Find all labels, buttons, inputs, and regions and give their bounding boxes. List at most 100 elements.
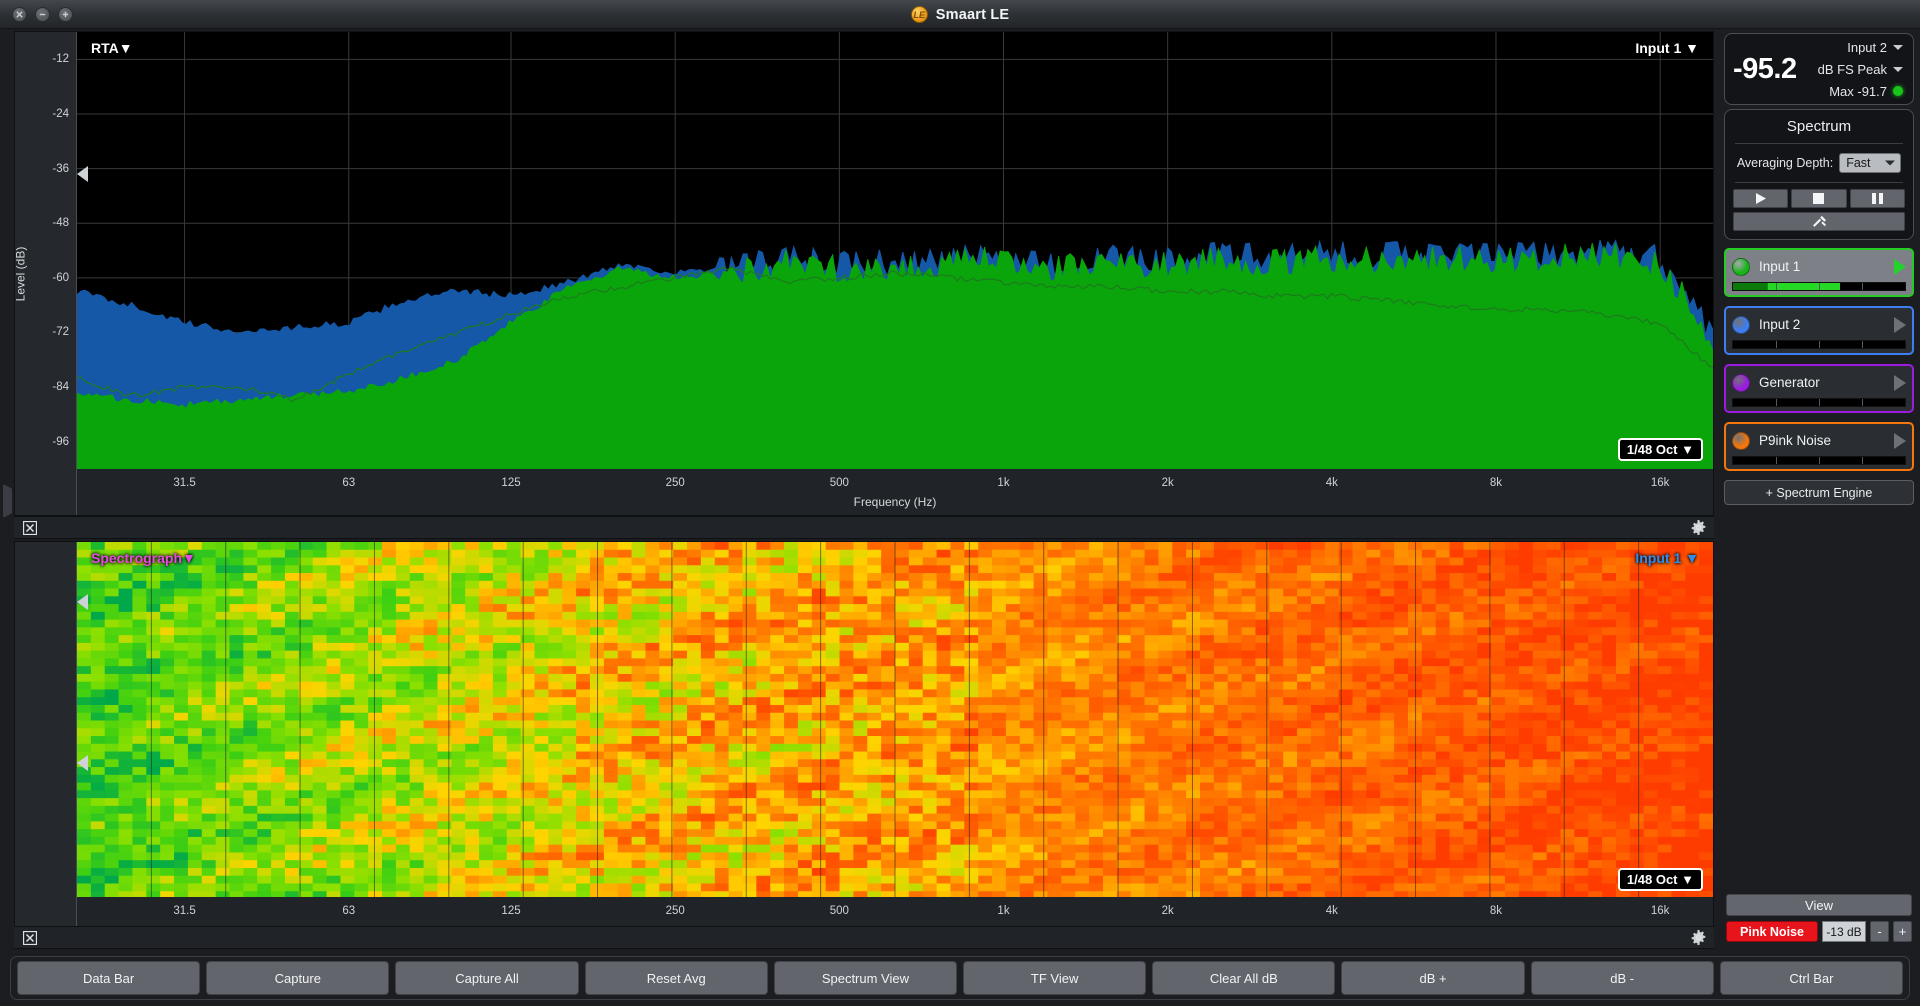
readout-units-selector[interactable]: dB FS Peak (1818, 58, 1903, 80)
sidebar-bottom-controls: View Pink Noise -13 dB - + (1718, 894, 1920, 950)
meter-tick (1862, 399, 1863, 406)
rta-y-tick: -24 (52, 107, 69, 120)
spectrograph-type-selector[interactable]: Spectrograph▼ (91, 550, 196, 566)
meter-tick (1819, 399, 1820, 406)
meter-tick (1862, 457, 1863, 464)
averaging-depth-label: Averaging Depth: (1736, 156, 1834, 170)
engine-color-dot-icon (1732, 315, 1750, 334)
rta-y-axis: Level (dB) -12 -24 -36 -48 -60 -72 -84 -96 (13, 32, 77, 515)
minimize-window-button[interactable] (35, 6, 50, 22)
rta-plot-area[interactable]: RTA▼ Input 1 ▼ 1/48 Oct ▼ (77, 32, 1713, 469)
spectrum-engine-item[interactable]: P9ink Noise (1724, 422, 1914, 471)
spectrograph-plot-area[interactable]: Spectrograph▼ Input 1 ▼ 1/48 Oct ▼ (77, 542, 1713, 899)
rta-y-tick: -60 (52, 271, 69, 284)
toolbar-button-group: Data Bar Capture Capture All Reset Avg Spect… (10, 956, 1910, 1000)
close-box-icon[interactable] (22, 930, 37, 945)
x-tick: 8k (1489, 477, 1503, 489)
left-rail-handle[interactable] (3, 484, 12, 518)
left-rail (0, 29, 14, 950)
meter-tick (1862, 341, 1863, 348)
averaging-depth-select[interactable]: Fast (1839, 153, 1902, 173)
x-tick: 250 (665, 477, 685, 489)
level-readout-details: Input 2 dB FS Peak Max -91.7 (1818, 36, 1903, 102)
averaging-depth-value: Fast (1846, 156, 1871, 170)
engine-level-meter (1732, 340, 1906, 349)
engine-level-meter (1732, 456, 1906, 465)
engine-color-dot-icon (1732, 431, 1750, 450)
generator-level-increase-button[interactable]: + (1893, 921, 1912, 942)
spectrum-engine-list: Input 1 Input 2 Generator P9ink Noise (1724, 248, 1914, 471)
meter-tick (1819, 341, 1820, 348)
rta-level-marker[interactable] (77, 166, 88, 182)
x-tick: 4k (1325, 905, 1338, 917)
generator-row: Pink Noise -13 dB - + (1726, 921, 1912, 942)
smaart-app-window: LE Smaart LE Level (dB) -12 -24 -36 -48 -60 -… (0, 0, 1920, 1006)
meter-tick (1776, 457, 1777, 464)
generator-level-field[interactable]: -13 dB (1822, 921, 1866, 942)
toolbar-button-capture[interactable]: Capture (206, 961, 390, 995)
readout-source-selector[interactable]: Input 2 (1818, 36, 1903, 58)
x-tick: 16k (1650, 905, 1670, 917)
engine-play-icon[interactable] (1894, 258, 1906, 275)
spectrograph-marker-bottom[interactable] (77, 755, 88, 771)
signal-status-indicator-icon (1893, 86, 1903, 96)
toolbar-button-ctrl-bar[interactable]: Ctrl Bar (1719, 961, 1904, 995)
meter-tick (1776, 283, 1777, 290)
spectrograph-panel: Spectrograph▼ Input 1 ▼ 1/48 Oct ▼ 31.5 6… (14, 541, 1714, 946)
rta-type-selector[interactable]: RTA▼ (91, 40, 133, 56)
rta-y-tick: -72 (52, 326, 69, 339)
view-button[interactable]: View (1726, 894, 1912, 916)
spectrograph-source-selector[interactable]: Input 1 ▼ (1635, 550, 1699, 566)
engine-play-icon[interactable] (1894, 432, 1906, 449)
spectrum-engine-item[interactable]: Generator (1724, 364, 1914, 413)
toolbar-button-reset-avg[interactable]: Reset Avg (584, 961, 768, 995)
toolbar-button-spectrum-view[interactable]: Spectrum View (773, 961, 958, 995)
level-readout-value: -95.2 (1733, 52, 1797, 85)
close-box-icon[interactable] (22, 520, 37, 535)
spectrum-card-title: Spectrum (1786, 118, 1852, 135)
rta-x-axis: 31.5 63 125 250 500 1k 2k 4k 8k 16k Frequency (Hz… (77, 469, 1713, 515)
engine-label: P9ink Noise (1759, 433, 1832, 448)
engine-play-icon[interactable] (1894, 374, 1906, 391)
engine-play-icon[interactable] (1894, 316, 1906, 333)
toolbar-button-db[interactable]: dB + (1341, 961, 1525, 995)
spectrum-engine-item[interactable]: Input 1 (1724, 248, 1914, 297)
toolbar-button-capture-all[interactable]: Capture All (395, 961, 579, 995)
stop-button[interactable] (1791, 189, 1847, 208)
rta-source-selector[interactable]: Input 1 ▼ (1635, 40, 1699, 56)
gear-icon[interactable] (1691, 520, 1706, 535)
rta-y-tick: -84 (52, 381, 69, 394)
engine-header: Input 2 (1732, 313, 1906, 336)
gear-icon[interactable] (1691, 930, 1706, 945)
spectrograph-octave-resolution-selector[interactable]: 1/48 Oct ▼ (1617, 868, 1703, 891)
toolbar-button-clear-all-db[interactable]: Clear All dB (1152, 961, 1336, 995)
toolbar-button-db[interactable]: dB - (1530, 961, 1714, 995)
rta-divider-bar (14, 516, 1714, 539)
readout-units-label: dB FS Peak (1817, 61, 1887, 77)
readout-max-label: Max -91.7 (1829, 83, 1887, 99)
engine-level-meter-fill (1733, 283, 1840, 290)
rta-y-tick: -36 (52, 162, 69, 175)
meter-tick (1862, 283, 1863, 290)
tools-button[interactable] (1733, 212, 1905, 231)
maximize-window-button[interactable] (58, 6, 73, 22)
spectrograph-divider-bar (14, 926, 1714, 949)
spectrum-tools-row (1725, 208, 1913, 231)
rta-octave-resolution-selector[interactable]: 1/48 Oct ▼ (1617, 438, 1703, 461)
add-spectrum-engine-button[interactable]: + Spectrum Engine (1724, 480, 1914, 505)
spectrograph-marker-top[interactable] (77, 594, 88, 610)
spectrum-engine-item[interactable]: Input 2 (1724, 306, 1914, 355)
play-button[interactable] (1733, 189, 1789, 208)
x-tick: 2k (1161, 477, 1174, 489)
pause-button[interactable] (1849, 189, 1905, 208)
engine-header: P9ink Noise (1732, 429, 1906, 452)
toolbar-button-tf-view[interactable]: TF View (963, 961, 1147, 995)
pink-noise-button[interactable]: Pink Noise (1726, 921, 1818, 942)
rta-y-tick: -96 (52, 435, 69, 448)
x-tick: 250 (665, 905, 685, 917)
toolbar-button-data-bar[interactable]: Data Bar (17, 961, 201, 995)
meter-tick (1776, 399, 1777, 406)
generator-level-decrease-button[interactable]: - (1870, 921, 1889, 942)
x-tick: 63 (342, 477, 356, 489)
close-window-button[interactable] (12, 6, 27, 22)
